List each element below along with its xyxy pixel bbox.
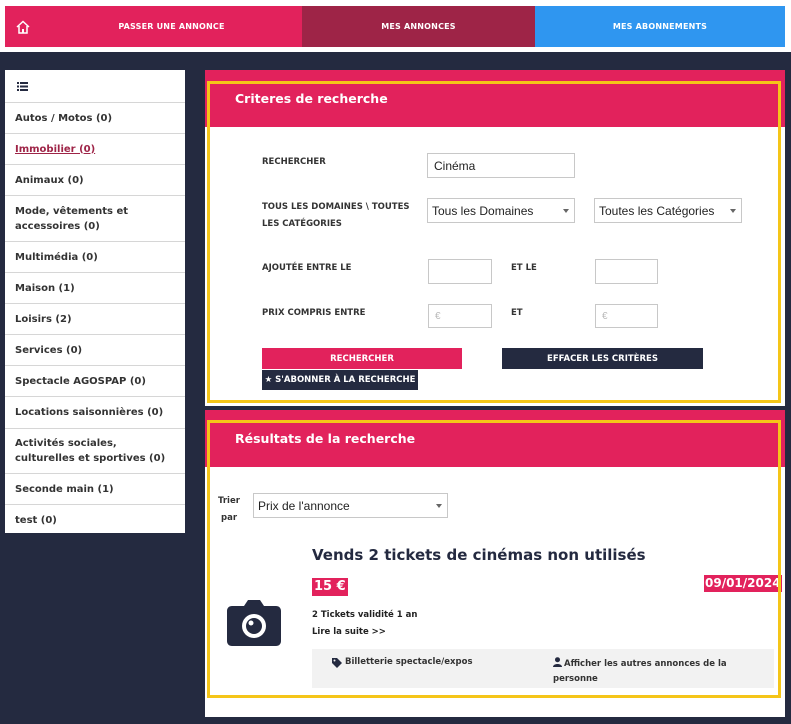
- category-select-value: Toutes les Catégories: [599, 203, 715, 218]
- result-description: 2 Tickets validité 1 an: [312, 610, 418, 620]
- user-icon: [553, 657, 562, 667]
- home-button[interactable]: [5, 6, 41, 47]
- result-footer: Billetterie spectacle/expos Afficher les…: [312, 649, 774, 688]
- other-ads-link[interactable]: Afficher les autres annonces de la perso…: [553, 657, 733, 687]
- tag-icon: [332, 658, 342, 668]
- and-label: ET: [511, 308, 523, 318]
- chevron-down-icon: [436, 503, 442, 508]
- result-item[interactable]: Vends 2 tickets de cinémas non utilisés …: [217, 545, 782, 691]
- subscribe-search-button[interactable]: ★ S'ABONNER À LA RECHERCHE: [262, 370, 418, 390]
- added-between-label: AJOUTÉE ENTRE LE: [262, 263, 352, 273]
- my-ads-tab[interactable]: MES ANNONCES: [302, 6, 535, 47]
- category-select[interactable]: Toutes les Catégories: [594, 198, 742, 223]
- camera-icon: [227, 600, 281, 646]
- and-le-label: ET LE: [511, 263, 537, 273]
- price-between-label: PRIX COMPRIS ENTRE: [262, 308, 366, 318]
- domains-label: TOUS LES DOMAINES \ TOUTES LES CATÉGORIE…: [262, 202, 410, 229]
- sidebar-item-animaux[interactable]: Animaux (0): [5, 164, 185, 195]
- sidebar-item-seconde-main[interactable]: Seconde main (1): [5, 473, 185, 504]
- results-title: Résultats de la recherche: [205, 410, 785, 467]
- post-ad-tab[interactable]: PASSER UNE ANNONCE: [41, 6, 302, 47]
- criteria-title: Criteres de recherche: [205, 70, 785, 127]
- top-navigation: PASSER UNE ANNONCE MES ANNONCES MES ABON…: [0, 0, 791, 52]
- sort-label-line-1: Trier: [218, 496, 240, 506]
- sidebar-item-immobilier[interactable]: Immobilier (0): [5, 133, 185, 164]
- chevron-down-icon: [730, 208, 736, 213]
- sidebar-item-services[interactable]: Services (0): [5, 334, 185, 365]
- category-link[interactable]: Billetterie spectacle/expos: [332, 657, 473, 668]
- search-criteria-panel: Criteres de recherche RECHERCHER Cinéma …: [205, 70, 785, 406]
- sort-label: Trier par: [218, 493, 240, 527]
- result-title-link[interactable]: Vends 2 tickets de cinémas non utilisés: [312, 546, 646, 564]
- domain-select[interactable]: Tous les Domaines: [427, 198, 575, 223]
- date-from-input[interactable]: [428, 259, 492, 284]
- search-input[interactable]: Cinéma: [427, 153, 575, 178]
- sidebar-item-multimedia[interactable]: Multimédia (0): [5, 241, 185, 272]
- other-ads-label: Afficher les autres annonces de la perso…: [553, 659, 727, 684]
- list-icon: [17, 81, 28, 91]
- my-subscriptions-tab[interactable]: MES ABONNEMENTS: [535, 6, 785, 47]
- sort-select[interactable]: Prix de l'annonce: [253, 493, 448, 518]
- search-results-panel: Résultats de la recherche Trier par Prix…: [205, 410, 785, 717]
- price-max-input[interactable]: €: [595, 304, 658, 328]
- search-input-value: Cinéma: [434, 158, 476, 173]
- sort-label-line-2: par: [221, 513, 238, 523]
- clear-criteria-button[interactable]: EFFACER LES CRITÈRES: [502, 348, 703, 369]
- result-date-badge: 09/01/2024: [704, 575, 782, 592]
- result-price-badge: 15 €: [312, 578, 348, 596]
- search-label: RECHERCHER: [262, 157, 326, 167]
- price-min-input[interactable]: €: [428, 304, 492, 328]
- price-max-placeholder: €: [602, 310, 608, 322]
- category-sidebar: Autos / Motos (0) Immobilier (0) Animaux…: [5, 70, 185, 533]
- domain-select-value: Tous les Domaines: [432, 203, 534, 218]
- date-to-input[interactable]: [595, 259, 658, 284]
- chevron-down-icon: [563, 208, 569, 213]
- search-button[interactable]: RECHERCHER: [262, 348, 462, 369]
- sidebar-item-maison[interactable]: Maison (1): [5, 272, 185, 303]
- sidebar-item-locations[interactable]: Locations saisonnières (0): [5, 396, 185, 428]
- sidebar-item-autos-motos[interactable]: Autos / Motos (0): [5, 102, 185, 133]
- category-link-label: Billetterie spectacle/expos: [345, 657, 473, 667]
- read-more-link[interactable]: Lire la suite >>: [312, 627, 386, 637]
- sidebar-item-test[interactable]: test (0): [5, 504, 185, 535]
- home-icon: [16, 19, 30, 34]
- sidebar-item-loisirs[interactable]: Loisirs (2): [5, 303, 185, 334]
- price-min-placeholder: €: [435, 310, 441, 322]
- sidebar-header[interactable]: [5, 70, 185, 102]
- sidebar-item-mode[interactable]: Mode, vêtements et accessoires (0): [5, 195, 185, 241]
- sort-select-value: Prix de l'annonce: [258, 498, 350, 513]
- sidebar-item-spectacle[interactable]: Spectacle AGOSPAP (0): [5, 365, 185, 396]
- sidebar-item-activites[interactable]: Activités sociales, culturelles et sport…: [5, 428, 185, 473]
